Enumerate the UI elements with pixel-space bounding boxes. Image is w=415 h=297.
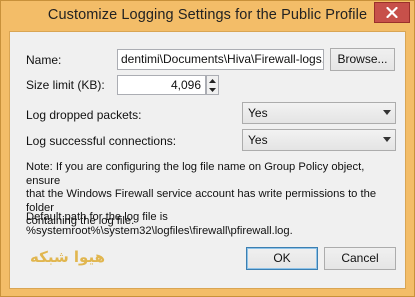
name-label: Name: (26, 53, 62, 67)
spin-down-button[interactable] (207, 85, 218, 94)
title-bar[interactable]: Customize Logging Settings for the Publi… (1, 1, 414, 31)
log-success-value: Yes (248, 133, 268, 147)
log-dropped-select[interactable]: Yes (242, 102, 396, 124)
chevron-down-icon (383, 110, 391, 115)
default-path-line: Default path for the log file is (26, 211, 168, 223)
browse-button[interactable]: Browse... (330, 48, 395, 71)
ok-button[interactable]: OK (246, 247, 318, 270)
dialog-window: Customize Logging Settings for the Publi… (0, 0, 415, 297)
spin-up-button[interactable] (207, 76, 218, 85)
close-button[interactable] (374, 2, 410, 23)
close-icon (386, 7, 398, 18)
size-limit-spinner[interactable] (206, 75, 219, 95)
dialog-body: Name: dentimi\Documents\Hiva\Firewall-lo… (9, 31, 406, 289)
log-dropped-value: Yes (248, 106, 268, 120)
name-field[interactable]: dentimi\Documents\Hiva\Firewall-logs.txt (117, 49, 324, 70)
size-limit-field[interactable]: 4,096 (117, 75, 206, 95)
log-success-select[interactable]: Yes (242, 129, 396, 151)
watermark-logo: هیوا شبکه (30, 248, 105, 266)
chevron-down-icon (383, 137, 391, 142)
size-limit-label: Size limit (KB): (26, 78, 105, 92)
spin-up-icon (209, 78, 216, 83)
cancel-button[interactable]: Cancel (324, 247, 396, 270)
log-success-label: Log successful connections: (26, 134, 177, 148)
default-path-line: %systemroot%\system32\logfiles\firewall\… (26, 224, 293, 237)
window-title: Customize Logging Settings for the Publi… (47, 7, 368, 23)
spin-down-icon (209, 87, 216, 92)
note-line: Note: If you are configuring the log fil… (26, 161, 365, 187)
default-path-text: Default path for the log file is %system… (26, 211, 401, 238)
log-dropped-label: Log dropped packets: (26, 108, 142, 122)
